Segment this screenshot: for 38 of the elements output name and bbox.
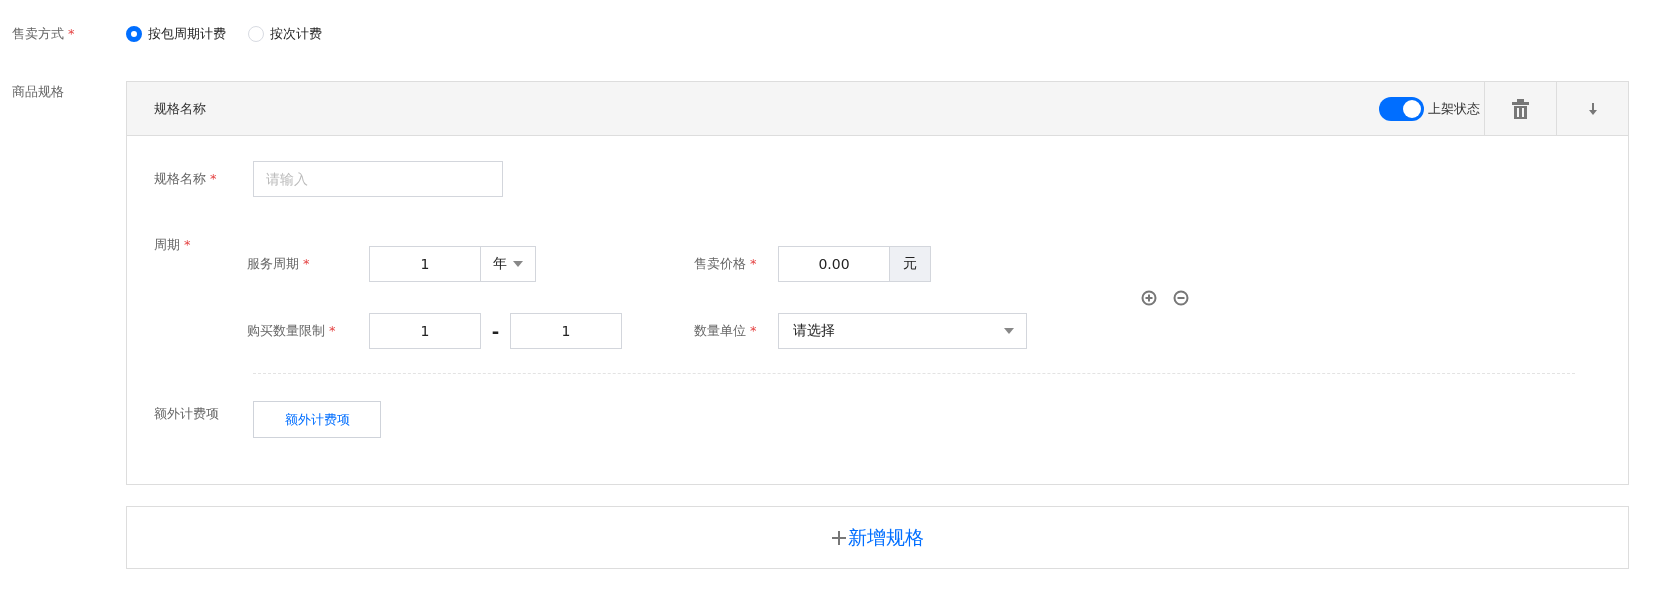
- field-label: 售卖方式: [12, 26, 64, 41]
- extra-charge-button[interactable]: 额外计费项: [253, 401, 381, 438]
- unit-select[interactable]: 年: [481, 246, 536, 282]
- field-label: 商品规格: [12, 84, 64, 99]
- add-circle-icon[interactable]: [1141, 289, 1157, 306]
- remove-circle-icon[interactable]: [1173, 289, 1189, 306]
- field-label: 周期: [154, 237, 180, 252]
- add-spec-button[interactable]: 新增规格: [126, 506, 1629, 569]
- field-label: 数量单位: [694, 323, 746, 338]
- required-mark: *: [68, 26, 75, 41]
- currency-addon: 元: [890, 246, 931, 282]
- field-label: 购买数量限制: [247, 323, 325, 338]
- plus-icon: [831, 530, 846, 545]
- down-arrow-icon[interactable]: [1587, 102, 1598, 115]
- number-input[interactable]: 1: [369, 246, 481, 282]
- required-mark: *: [750, 256, 757, 271]
- toggle-label: 上架状态: [1428, 99, 1480, 118]
- required-mark: *: [303, 256, 310, 271]
- field-label: 售卖价格: [694, 256, 746, 271]
- number-input[interactable]: 1: [369, 313, 481, 349]
- spec-title: 规格名称: [153, 99, 206, 118]
- spec-name-input[interactable]: 请输入: [253, 161, 503, 197]
- price-input[interactable]: 0.00: [778, 246, 890, 282]
- field-label: 服务周期: [247, 256, 299, 271]
- radio-icon[interactable]: [126, 26, 142, 42]
- radio-option[interactable]: 按次计费: [248, 25, 322, 43]
- unit-select[interactable]: 请选择: [778, 313, 1027, 349]
- radio-option[interactable]: 按包周期计费: [126, 25, 226, 43]
- range-separator: -: [490, 320, 501, 342]
- required-mark: *: [210, 171, 217, 186]
- number-input[interactable]: 1: [510, 313, 622, 349]
- field-label: 额外计费项: [154, 406, 219, 421]
- field-label: 规格名称: [154, 171, 206, 186]
- required-mark: *: [184, 237, 191, 252]
- required-mark: *: [750, 323, 757, 338]
- trash-icon[interactable]: [1512, 98, 1529, 119]
- toggle-switch[interactable]: [1379, 96, 1424, 121]
- required-mark: *: [329, 323, 336, 338]
